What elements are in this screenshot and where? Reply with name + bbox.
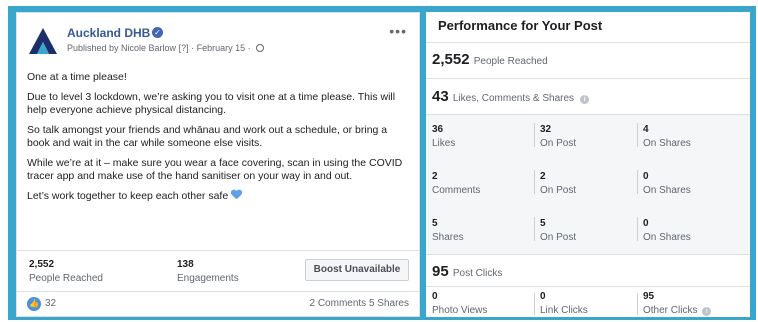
- cell-label: Photo Views: [432, 305, 488, 316]
- cell-value: 0: [643, 218, 649, 229]
- post-paragraph: Due to level 3 lockdown, we’re asking yo…: [27, 90, 396, 117]
- post-clicks-stat: 95 Post Clicks: [432, 263, 502, 280]
- post-clicks-row: 95 Post Clicks: [426, 254, 750, 286]
- lcs-stat: 43 Likes, Comments & Shares i: [432, 88, 590, 105]
- cell-label: Comments: [432, 185, 481, 196]
- reached-row: 2,552 People Reached: [426, 42, 750, 78]
- post-paragraph: While we’re at it – make sure you wear a…: [27, 156, 403, 183]
- more-icon[interactable]: •••: [389, 23, 407, 39]
- info-icon[interactable]: i: [702, 307, 712, 316]
- people-reached-stat: 2,552 People Reached: [29, 259, 103, 284]
- reached-label: People Reached: [473, 56, 548, 67]
- like-count[interactable]: 32: [45, 298, 56, 309]
- performance-title: Performance for Your Post: [438, 18, 603, 33]
- heart-emoji-icon: [231, 190, 242, 200]
- post-paragraph: So talk amongst your friends and whānau …: [27, 123, 388, 150]
- lcs-row: 43 Likes, Comments & Shares i: [426, 78, 750, 114]
- post-paragraph: One at a time please!: [27, 71, 127, 83]
- cell-label: Shares: [432, 232, 464, 243]
- comments-cell: 2 Comments: [432, 171, 480, 196]
- page-name-link[interactable]: Auckland DHB: [67, 26, 150, 40]
- cell-value: 2: [432, 171, 438, 182]
- reached-stat: 2,552 People Reached: [432, 51, 548, 68]
- cell-value: 5: [432, 218, 438, 229]
- publish-info: Published by Nicole Barlow [?] · Februar…: [67, 43, 265, 53]
- help-marker[interactable]: [?]: [179, 43, 189, 53]
- cell-label: On Post: [540, 185, 577, 196]
- people-reached-label: People Reached: [29, 273, 103, 284]
- engagements-stat: 138 Engagements: [177, 259, 239, 284]
- comments-on-post-cell: 2 On Post: [540, 171, 576, 196]
- other-clicks-label-wrap: Other Clicks i: [643, 305, 712, 316]
- photo-views-cell: 0 Photo Views: [432, 291, 487, 316]
- post-clicks-value: 95: [432, 263, 449, 280]
- cell-label: Likes: [432, 138, 456, 149]
- likes-on-shares-cell: 4 On Shares: [643, 124, 691, 149]
- lcs-value: 43: [432, 88, 449, 105]
- post-footer: 👍 32 2 Comments 5 Shares: [17, 293, 419, 317]
- engagements-value: 138: [177, 259, 194, 270]
- link-clicks-cell: 0 Link Clicks: [540, 291, 588, 316]
- verified-badge-icon: ✓: [152, 27, 163, 38]
- post-text: One at a time please! Due to level 3 loc…: [27, 71, 407, 209]
- comments-shares-link[interactable]: 2 Comments 5 Shares: [310, 298, 410, 309]
- lcs-label: Likes, Comments & Shares: [452, 93, 575, 104]
- performance-panel: Performance for Your Post 2,552 People R…: [426, 12, 750, 317]
- cell-value: 0: [540, 291, 546, 302]
- cell-label: On Post: [540, 232, 577, 243]
- reached-value: 2,552: [432, 51, 470, 68]
- cell-value: 5: [540, 218, 546, 229]
- cell-label: On Post: [540, 138, 577, 149]
- cell-value: 95: [643, 291, 655, 302]
- like-icon[interactable]: 👍: [27, 297, 41, 311]
- likes-cell: 36 Likes: [432, 124, 455, 149]
- people-reached-value: 2,552: [29, 259, 55, 270]
- post-clicks-label: Post Clicks: [452, 268, 503, 279]
- globe-icon: [256, 44, 265, 52]
- post-paragraph-last: Let’s work together to keep each other s…: [27, 190, 407, 204]
- shares-cell: 5 Shares: [432, 218, 464, 243]
- cell-label: Other Clicks: [643, 305, 698, 316]
- cell-value: 36: [432, 124, 444, 135]
- post-header: Auckland DHB ✓ Published by Nicole Barlo…: [27, 23, 409, 59]
- info-icon[interactable]: i: [580, 95, 590, 104]
- post-stats-bar: 2,552 People Reached 138 Engagements Boo…: [17, 250, 419, 292]
- shares-on-post-cell: 5 On Post: [540, 218, 576, 243]
- post-paragraph-text: Let’s work together to keep each other s…: [27, 189, 229, 202]
- cell-value: 0: [643, 171, 649, 182]
- likes-on-post-cell: 32 On Post: [540, 124, 576, 149]
- post-card: Auckland DHB ✓ Published by Nicole Barlo…: [16, 12, 420, 317]
- cell-label: On Shares: [643, 232, 691, 243]
- cell-label: On Shares: [643, 185, 691, 196]
- post-date[interactable]: February 15: [197, 43, 246, 53]
- engagements-label: Engagements: [177, 273, 239, 284]
- cell-value: 32: [540, 124, 552, 135]
- cell-value: 0: [432, 291, 438, 302]
- auckland-dhb-logo[interactable]: [27, 25, 59, 57]
- shares-on-shares-cell: 0 On Shares: [643, 218, 691, 243]
- comments-on-shares-cell: 0 On Shares: [643, 171, 691, 196]
- cell-label: On Shares: [643, 138, 691, 149]
- cell-value: 4: [643, 124, 649, 135]
- boost-button[interactable]: Boost Unavailable: [305, 259, 409, 281]
- cell-label: Link Clicks: [540, 305, 588, 316]
- engagement-grid: 36 Likes 32 On Post 4 On Shares 2 Commen…: [426, 114, 750, 254]
- other-clicks-cell: 95 Other Clicks i: [643, 291, 712, 316]
- click-breakdown-row: 0 Photo Views 0 Link Clicks 95 Other Cli…: [426, 286, 750, 317]
- cell-value: 2: [540, 171, 546, 182]
- published-by: Published by Nicole Barlow: [67, 43, 177, 53]
